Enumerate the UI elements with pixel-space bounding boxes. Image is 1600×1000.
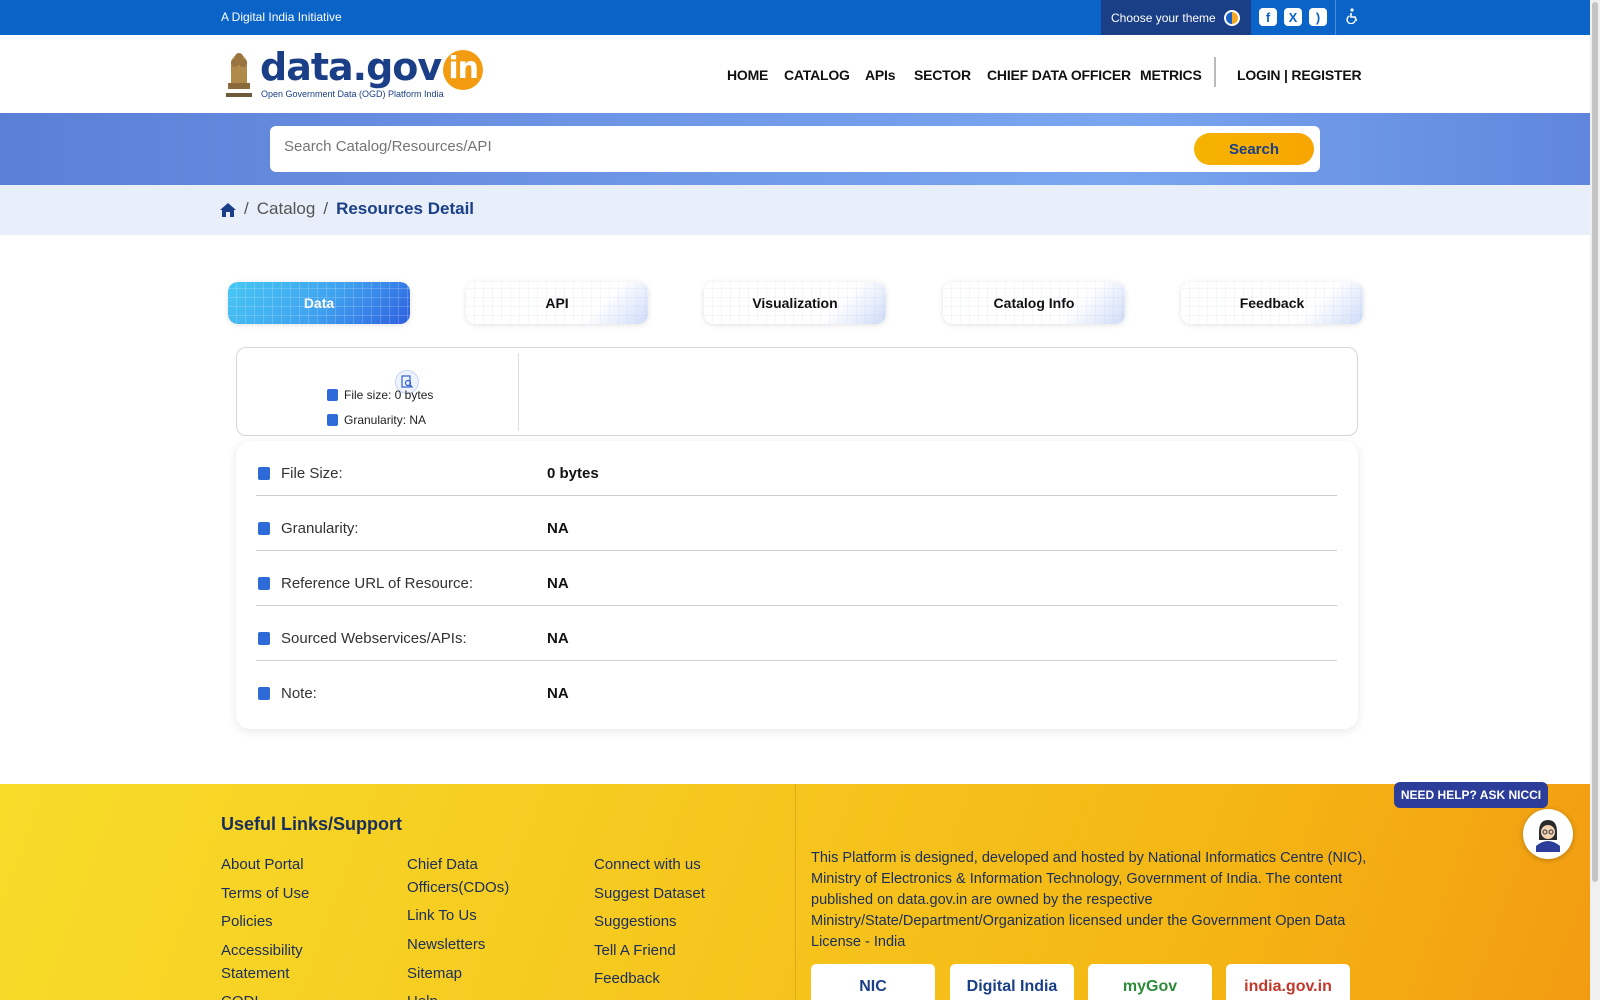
footer-link-cdos[interactable]: Chief Data Officers(CDOs) bbox=[407, 853, 517, 899]
file-size-line: File size: 0 bytes bbox=[327, 388, 433, 402]
search-button[interactable]: Search bbox=[1194, 133, 1314, 165]
home-icon[interactable] bbox=[220, 202, 236, 217]
card-divider bbox=[518, 353, 519, 431]
rss-icon[interactable]: ) bbox=[1309, 8, 1327, 26]
detail-value: NA bbox=[547, 575, 569, 592]
accessibility-icon[interactable] bbox=[1345, 8, 1359, 28]
site-header: data.gov in Open Government Data (OGD) Pl… bbox=[0, 35, 1590, 113]
theme-toggle-icon[interactable] bbox=[1223, 9, 1240, 26]
topbar-divider bbox=[1335, 0, 1336, 35]
detail-label: Granularity: bbox=[281, 520, 359, 537]
tab-visualization[interactable]: Visualization bbox=[704, 282, 886, 324]
nav-home[interactable]: HOME bbox=[727, 67, 768, 83]
tab-api[interactable]: API bbox=[466, 282, 648, 324]
detail-label: File Size: bbox=[281, 465, 343, 482]
puzzle-icon bbox=[258, 522, 270, 535]
footer-link-help[interactable]: Help bbox=[407, 990, 567, 1000]
footer-link-suggest-dataset[interactable]: Suggest Dataset bbox=[594, 882, 754, 905]
mygov-logo[interactable]: myGov bbox=[1088, 964, 1212, 1000]
x-twitter-icon[interactable]: X bbox=[1284, 8, 1302, 26]
detail-value: 0 bytes bbox=[547, 465, 599, 482]
detail-row-sourced-apis: Sourced Webservices/APIs: NA bbox=[256, 606, 1337, 661]
footer-title: Useful Links/Support bbox=[221, 814, 403, 834]
footer-link-feedback[interactable]: Feedback bbox=[594, 967, 754, 990]
tab-data[interactable]: Data bbox=[228, 282, 410, 324]
digital-india-initiative-text: A Digital India Initiative bbox=[221, 10, 342, 24]
footer-link-suggestions[interactable]: Suggestions bbox=[594, 910, 754, 933]
digital-india-logo[interactable]: Digital India bbox=[950, 964, 1074, 1000]
breadcrumb-separator: / bbox=[323, 199, 329, 218]
footer-divider bbox=[795, 784, 796, 1000]
footer-link-connect[interactable]: Connect with us bbox=[594, 853, 754, 876]
detail-row-note: Note: NA bbox=[256, 661, 1337, 716]
footer-link-policies[interactable]: Policies bbox=[221, 910, 381, 933]
page-scrollbar[interactable] bbox=[1590, 0, 1600, 1000]
tab-feedback[interactable]: Feedback bbox=[1181, 282, 1363, 324]
theme-label: Choose your theme bbox=[1111, 10, 1216, 25]
detail-label: Note: bbox=[281, 685, 317, 702]
nav-divider bbox=[1214, 57, 1216, 87]
scrollbar-thumb[interactable] bbox=[1592, 2, 1598, 882]
logo-wordmark: data.gov bbox=[260, 45, 442, 89]
nic-logo[interactable]: NIC bbox=[811, 964, 935, 1000]
detail-value: NA bbox=[547, 630, 569, 647]
detail-row-granularity: Granularity: NA bbox=[256, 496, 1337, 551]
puzzle-icon bbox=[327, 414, 338, 426]
search-box: Search bbox=[270, 126, 1320, 172]
granularity-line: Granularity: NA bbox=[327, 413, 426, 427]
nav-catalog[interactable]: CATALOG bbox=[784, 67, 850, 83]
footer-link-link-to-us[interactable]: Link To Us bbox=[407, 904, 567, 927]
breadcrumb-separator: / bbox=[244, 199, 249, 218]
footer-link-newsletters[interactable]: Newsletters bbox=[407, 933, 567, 956]
national-emblem-logo bbox=[222, 43, 256, 103]
site-footer: Useful Links/Support About Portal Terms … bbox=[0, 784, 1590, 1000]
logo-in-badge: in bbox=[443, 50, 484, 90]
database-icon bbox=[327, 389, 338, 401]
facebook-icon[interactable]: f bbox=[1259, 8, 1277, 26]
detail-value: NA bbox=[547, 685, 569, 702]
detail-value: NA bbox=[547, 520, 569, 537]
search-banner: Search bbox=[0, 113, 1590, 185]
breadcrumb-current: Resources Detail bbox=[336, 199, 475, 218]
footer-link-tell-a-friend[interactable]: Tell A Friend bbox=[594, 939, 754, 962]
footer-link-accessibility[interactable]: Accessibility Statement bbox=[221, 939, 331, 985]
resource-details-card: File Size: 0 bytes Granularity: NA Refer… bbox=[236, 441, 1358, 729]
granularity-text: Granularity: NA bbox=[344, 413, 427, 427]
folder-open-icon bbox=[258, 577, 270, 590]
nav-metrics[interactable]: METRICS bbox=[1140, 67, 1202, 83]
detail-row-reference-url: Reference URL of Resource: NA bbox=[256, 551, 1337, 606]
india-gov-logo[interactable]: india.gov.in bbox=[1226, 964, 1350, 1000]
help-badge[interactable]: NEED HELP? ASK NICCI bbox=[1394, 782, 1548, 808]
detail-row-file-size: File Size: 0 bytes bbox=[256, 441, 1337, 496]
file-icon bbox=[258, 687, 270, 700]
footer-link-sitemap[interactable]: Sitemap bbox=[407, 962, 567, 985]
footer-link-about-portal[interactable]: About Portal bbox=[221, 853, 381, 876]
footer-link-terms[interactable]: Terms of Use bbox=[221, 882, 381, 905]
file-size-text: File size: 0 bytes bbox=[344, 388, 434, 402]
breadcrumb: / Catalog / Resources Detail bbox=[0, 185, 1590, 235]
breadcrumb-catalog[interactable]: Catalog bbox=[257, 199, 316, 219]
database-icon bbox=[258, 467, 270, 480]
footer-about-text: This Platform is designed, developed and… bbox=[811, 850, 1367, 950]
footer-link-codi[interactable]: CODI bbox=[221, 990, 381, 1000]
chatbot-avatar-icon[interactable] bbox=[1523, 809, 1573, 859]
tab-catalog-info[interactable]: Catalog Info bbox=[943, 282, 1125, 324]
nav-sector[interactable]: SECTOR bbox=[914, 67, 971, 83]
data-gov-logo[interactable]: data.gov in bbox=[260, 45, 484, 90]
top-bar: A Digital India Initiative Choose your t… bbox=[0, 0, 1590, 35]
detail-label: Reference URL of Resource: bbox=[281, 575, 474, 592]
nav-chief-data-officer[interactable]: CHIEF DATA OFFICER bbox=[987, 67, 1131, 83]
logo-subtitle: Open Government Data (OGD) Platform Indi… bbox=[261, 89, 444, 99]
search-input[interactable] bbox=[284, 138, 1164, 155]
login-register-link[interactable]: LOGIN | REGISTER bbox=[1237, 67, 1362, 83]
nav-apis[interactable]: APIs bbox=[865, 67, 896, 83]
theme-chooser[interactable]: Choose your theme bbox=[1101, 0, 1251, 35]
document-icon bbox=[258, 632, 270, 645]
detail-label: Sourced Webservices/APIs: bbox=[281, 630, 467, 647]
file-summary-card: File size: 0 bytes Granularity: NA bbox=[236, 347, 1358, 436]
